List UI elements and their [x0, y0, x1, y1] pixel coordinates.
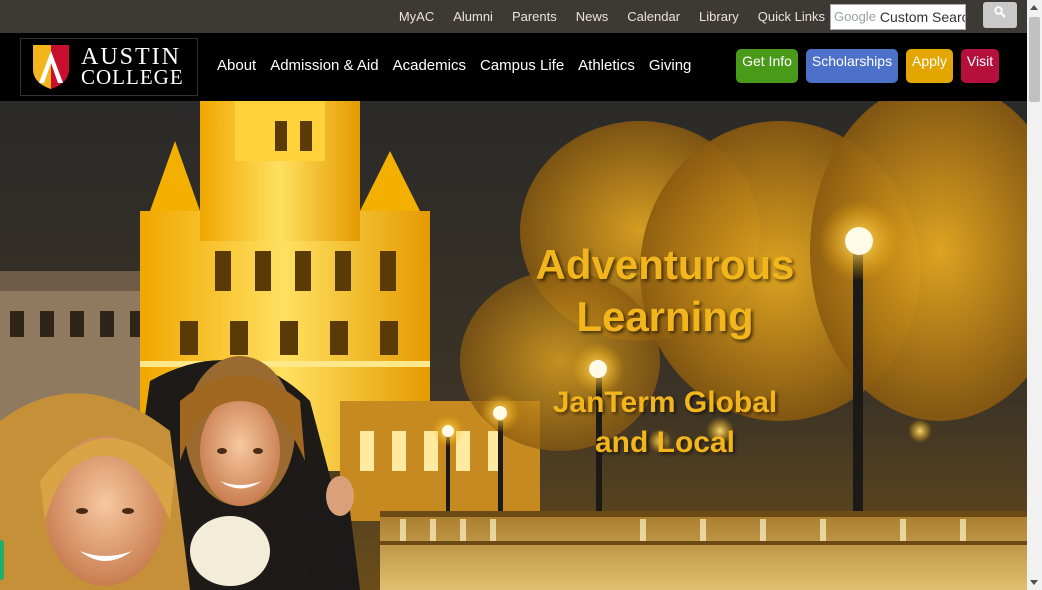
hero-title-line-2: Learning — [576, 293, 754, 340]
logo-wordmark: AUSTIN COLLEGE — [81, 44, 184, 89]
hero-subtitle-line-1: JanTerm Global — [552, 386, 778, 419]
hero-photo — [0, 101, 1027, 590]
main-nav: About Admission & Aid Academics Campus L… — [217, 57, 705, 74]
logo-line-college: COLLEGE — [81, 65, 184, 89]
logo-line-austin: AUSTIN — [81, 44, 181, 70]
scroll-down-icon[interactable] — [1030, 580, 1038, 585]
google-brand-mark: Google — [834, 9, 876, 24]
utility-link-quick-links[interactable]: Quick Links — [758, 9, 825, 24]
scroll-up-icon[interactable] — [1030, 5, 1038, 10]
search-button[interactable] — [983, 1, 1017, 28]
utility-links: MyAC Alumni Parents News Calendar Librar… — [380, 1, 1017, 30]
search-icon — [994, 5, 1006, 18]
search-box[interactable]: Google — [830, 3, 966, 30]
apply-button[interactable]: Apply — [906, 49, 953, 83]
austin-college-logo[interactable]: AUSTIN COLLEGE — [20, 38, 198, 96]
visit-button[interactable]: Visit — [961, 49, 999, 83]
hero-title: Adventurous Learning — [500, 239, 830, 343]
nav-item-admission-aid[interactable]: Admission & Aid — [270, 57, 378, 74]
nav-item-athletics[interactable]: Athletics — [578, 57, 635, 74]
search-input[interactable] — [879, 8, 965, 25]
feedback-side-tab[interactable] — [0, 540, 4, 580]
hero-banner: Adventurous Learning JanTerm Global and … — [0, 101, 1027, 590]
nav-item-about[interactable]: About — [217, 57, 256, 74]
get-info-button[interactable]: Get Info — [736, 49, 798, 83]
utility-link-library[interactable]: Library — [699, 9, 739, 24]
hero-subtitle[interactable]: JanTerm Global and Local — [505, 383, 825, 463]
page-scrollbar[interactable] — [1027, 0, 1042, 590]
nav-item-academics[interactable]: Academics — [393, 57, 466, 74]
hero-subtitle-line-2: and Local — [594, 426, 736, 459]
utility-link-calendar[interactable]: Calendar — [627, 9, 680, 24]
nav-item-campus-life[interactable]: Campus Life — [480, 57, 564, 74]
shield-icon — [33, 45, 69, 89]
utility-link-myac[interactable]: MyAC — [399, 9, 434, 24]
scholarships-button[interactable]: Scholarships — [806, 49, 898, 83]
utility-link-parents[interactable]: Parents — [512, 9, 557, 24]
nav-item-giving[interactable]: Giving — [649, 57, 692, 74]
scrollbar-thumb[interactable] — [1029, 17, 1040, 102]
utility-link-alumni[interactable]: Alumni — [453, 9, 493, 24]
utility-bar: MyAC Alumni Parents News Calendar Librar… — [0, 0, 1027, 33]
hero-title-line-1: Adventurous — [535, 241, 795, 288]
utility-link-news[interactable]: News — [576, 9, 609, 24]
main-navbar: AUSTIN COLLEGE About Admission & Aid Aca… — [0, 33, 1027, 101]
